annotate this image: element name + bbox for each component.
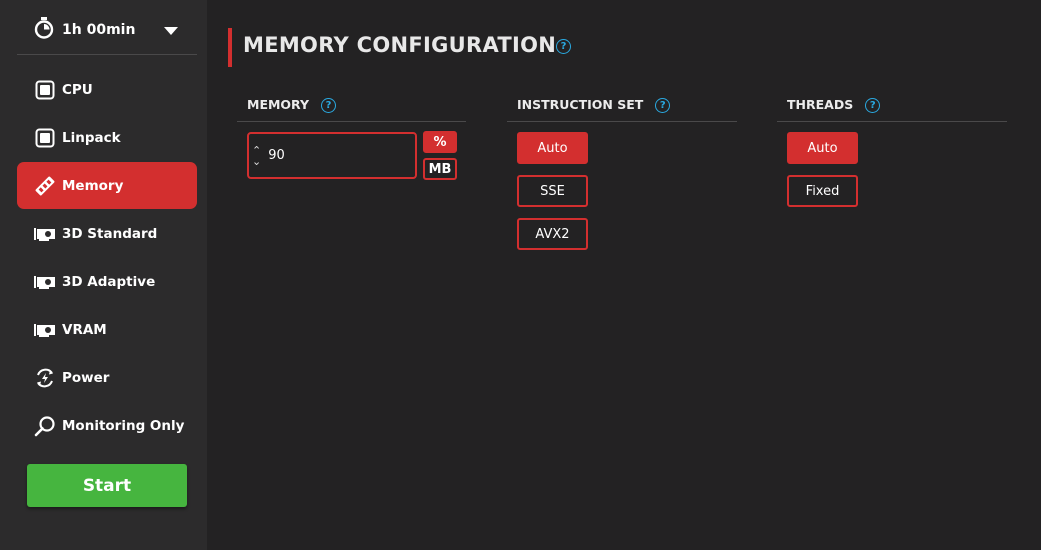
sidebar: 1h 00min CPU Linpack Memory 3D Standard … [0,0,207,550]
instruction-set-label: INSTRUCTION SET [517,97,644,112]
duration-dropdown[interactable]: 1h 00min [34,17,184,43]
sidebar-item-label: Linpack [62,129,121,146]
help-icon[interactable]: ? [556,39,571,54]
gpu-card-icon [34,271,56,293]
memory-section-header: MEMORY ? [237,97,466,122]
sidebar-item-label: CPU [62,81,93,98]
instruction-avx2-button[interactable]: AVX2 [517,218,588,250]
cpu-chip-icon [34,127,56,149]
sidebar-item-label: Memory [62,177,124,194]
threads-label: THREADS [787,97,854,112]
instruction-sse-button[interactable]: SSE [517,175,588,207]
memory-stepper[interactable]: ⌃ ⌄ [252,145,261,167]
sidebar-item-label: 3D Adaptive [62,273,156,290]
sidebar-item-label: VRAM [62,321,107,338]
sidebar-item-memory[interactable]: Memory [17,162,197,209]
sidebar-item-vram[interactable]: VRAM [17,306,197,353]
instruction-set-section-header: INSTRUCTION SET ? [507,97,737,122]
instruction-auto-button[interactable]: Auto [517,132,588,164]
gpu-card-icon [34,223,56,245]
sidebar-item-power[interactable]: Power [17,354,197,401]
gpu-card-icon [34,319,56,341]
sidebar-item-3d-standard[interactable]: 3D Standard [17,210,197,257]
help-icon[interactable]: ? [321,98,337,113]
sidebar-item-label: Power [62,369,110,386]
ram-stick-icon [34,175,56,197]
sidebar-item-3d-adaptive[interactable]: 3D Adaptive [17,258,197,305]
unit-mb-button[interactable]: MB [423,158,457,180]
help-icon[interactable]: ? [655,98,671,113]
sidebar-item-monitoring-only[interactable]: Monitoring Only [17,402,197,449]
memory-value[interactable]: 90 [268,148,285,163]
cpu-chip-icon [34,79,56,101]
memory-label: MEMORY [247,97,310,112]
memory-amount-input[interactable]: ⌃ ⌄ 90 [247,132,417,179]
power-cycle-icon [34,367,56,389]
magnifier-icon [34,415,56,437]
page-title: MEMORY CONFIGURATION [243,33,557,57]
sidebar-divider [17,54,197,55]
threads-fixed-button[interactable]: Fixed [787,175,858,207]
sidebar-item-cpu[interactable]: CPU [17,66,197,113]
help-icon[interactable]: ? [865,98,881,113]
sidebar-item-label: Monitoring Only [62,417,185,434]
duration-value: 1h 00min [62,22,136,38]
chevron-up-icon[interactable]: ⌃ [252,145,261,156]
title-accent-bar [228,28,232,67]
threads-section-header: THREADS ? [777,97,1007,122]
sidebar-item-label: 3D Standard [62,225,158,242]
chevron-down-icon[interactable] [164,27,178,35]
chevron-down-icon[interactable]: ⌄ [252,156,261,167]
unit-percent-button[interactable]: % [423,131,457,153]
stopwatch-icon [34,17,54,43]
threads-auto-button[interactable]: Auto [787,132,858,164]
sidebar-item-linpack[interactable]: Linpack [17,114,197,161]
start-button[interactable]: Start [27,464,187,507]
